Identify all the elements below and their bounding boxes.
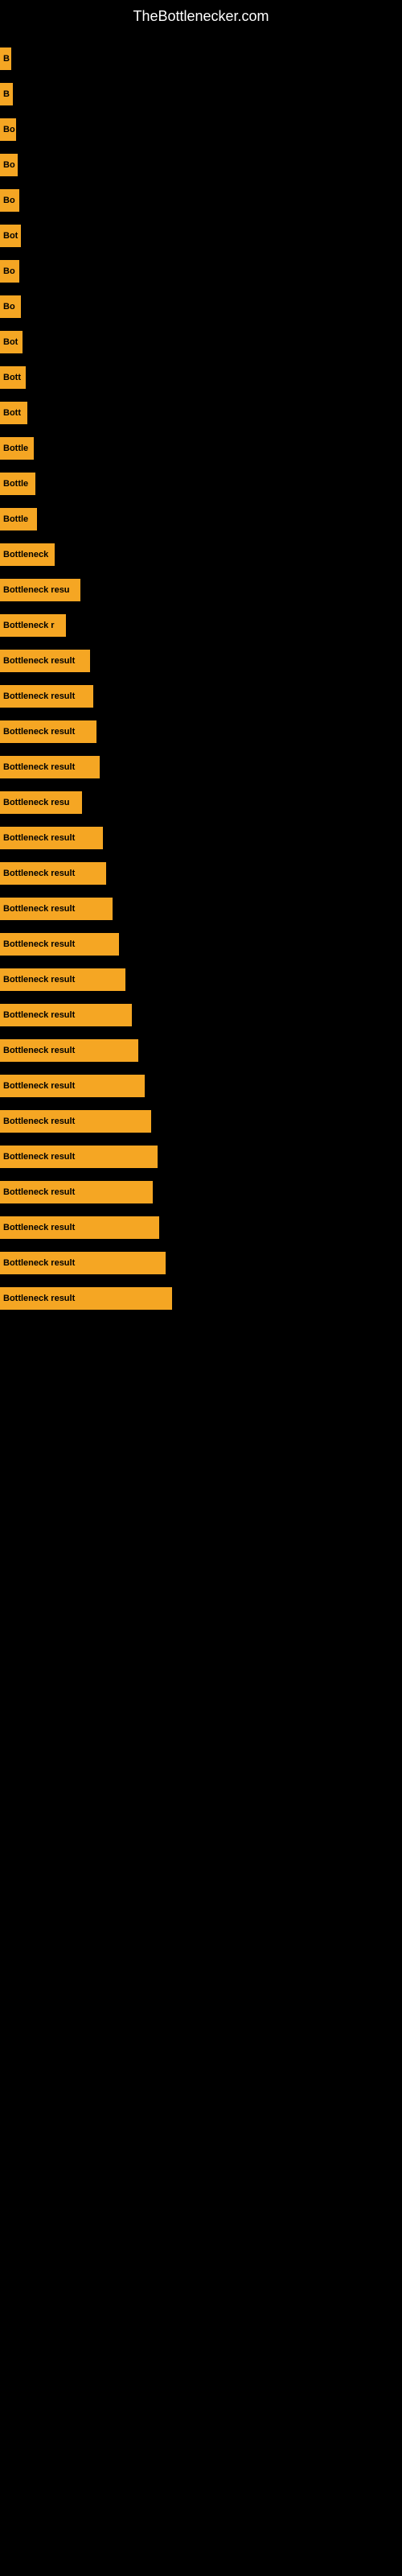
bar-row: Bottleneck result <box>0 749 402 785</box>
bar-row: Bottle <box>0 502 402 537</box>
bar-label: Bottleneck result <box>0 756 100 778</box>
bar-row: Bot <box>0 218 402 254</box>
bar-label: Bottle <box>0 437 34 460</box>
bar-label: Bot <box>0 225 21 247</box>
bar-label: Bottleneck result <box>0 968 125 991</box>
site-title: TheBottlenecker.com <box>0 0 402 41</box>
bar-row: Bottleneck result <box>0 1139 402 1174</box>
bar-label: Bo <box>0 154 18 176</box>
bar-row: Bottleneck result <box>0 714 402 749</box>
bar-label: Bot <box>0 331 23 353</box>
bar-label: Bottleneck result <box>0 862 106 885</box>
bar-label: Bo <box>0 260 19 283</box>
bar-label: Bott <box>0 366 26 389</box>
bar-row: Bottleneck result <box>0 1068 402 1104</box>
bar-label: Bottleneck result <box>0 1110 151 1133</box>
bar-row: Bottleneck result <box>0 927 402 962</box>
bar-row: Bottle <box>0 466 402 502</box>
bar-row: Bo <box>0 289 402 324</box>
bar-label: Bottleneck resu <box>0 579 80 601</box>
bar-label: Bottleneck result <box>0 1216 159 1239</box>
bar-label: Bottle <box>0 508 37 530</box>
bar-row: Bottleneck result <box>0 679 402 714</box>
bar-label: Bottleneck result <box>0 827 103 849</box>
bar-row: Bo <box>0 112 402 147</box>
bar-row: Bottleneck result <box>0 643 402 679</box>
bar-row: Bottleneck resu <box>0 785 402 820</box>
bar-label: Bo <box>0 118 16 141</box>
bar-label: Bottleneck result <box>0 1181 153 1203</box>
bar-label: Bottleneck result <box>0 1075 145 1097</box>
bar-label: Bo <box>0 189 19 212</box>
bar-label: Bottle <box>0 473 35 495</box>
bar-label: Bottleneck result <box>0 720 96 743</box>
bar-label: Bottleneck result <box>0 898 113 920</box>
bar-row: Bottleneck result <box>0 820 402 856</box>
bar-row: Bottleneck result <box>0 856 402 891</box>
bar-label: B <box>0 47 11 70</box>
bar-label: Bott <box>0 402 27 424</box>
bar-row: Bo <box>0 254 402 289</box>
bar-label: Bottleneck r <box>0 614 66 637</box>
bar-row: Bottleneck <box>0 537 402 572</box>
bar-label: Bottleneck result <box>0 933 119 956</box>
bar-row: Bo <box>0 147 402 183</box>
bar-row: B <box>0 76 402 112</box>
bar-label: Bottleneck resu <box>0 791 82 814</box>
bar-row: Bo <box>0 183 402 218</box>
bar-row: Bott <box>0 395 402 431</box>
bar-label: Bottleneck result <box>0 685 93 708</box>
bar-label: Bottleneck result <box>0 1252 166 1274</box>
bar-label: Bottleneck result <box>0 1287 172 1310</box>
bar-label: Bo <box>0 295 21 318</box>
bar-label: Bottleneck result <box>0 650 90 672</box>
bar-row: B <box>0 41 402 76</box>
bar-row: Bottle <box>0 431 402 466</box>
bar-label: Bottleneck result <box>0 1004 132 1026</box>
bar-row: Bott <box>0 360 402 395</box>
bar-row: Bottleneck result <box>0 891 402 927</box>
bar-row: Bottleneck result <box>0 1245 402 1281</box>
bar-label: Bottleneck result <box>0 1039 138 1062</box>
bar-row: Bot <box>0 324 402 360</box>
bar-label: Bottleneck <box>0 543 55 566</box>
bar-row: Bottleneck result <box>0 1104 402 1139</box>
bar-row: Bottleneck r <box>0 608 402 643</box>
bars-container: BB Bo Bo Bo Bot Bo Bo Bot Bott Bott Bottle Bottle Bo… <box>0 41 402 1316</box>
bar-label: B <box>0 83 13 105</box>
bar-row: Bottleneck result <box>0 962 402 997</box>
bar-row: Bottleneck result <box>0 997 402 1033</box>
bar-label: Bottleneck result <box>0 1146 158 1168</box>
bar-row: Bottleneck result <box>0 1281 402 1316</box>
bar-row: Bottleneck resu <box>0 572 402 608</box>
bar-row: Bottleneck result <box>0 1210 402 1245</box>
bar-row: Bottleneck result <box>0 1174 402 1210</box>
bar-row: Bottleneck result <box>0 1033 402 1068</box>
